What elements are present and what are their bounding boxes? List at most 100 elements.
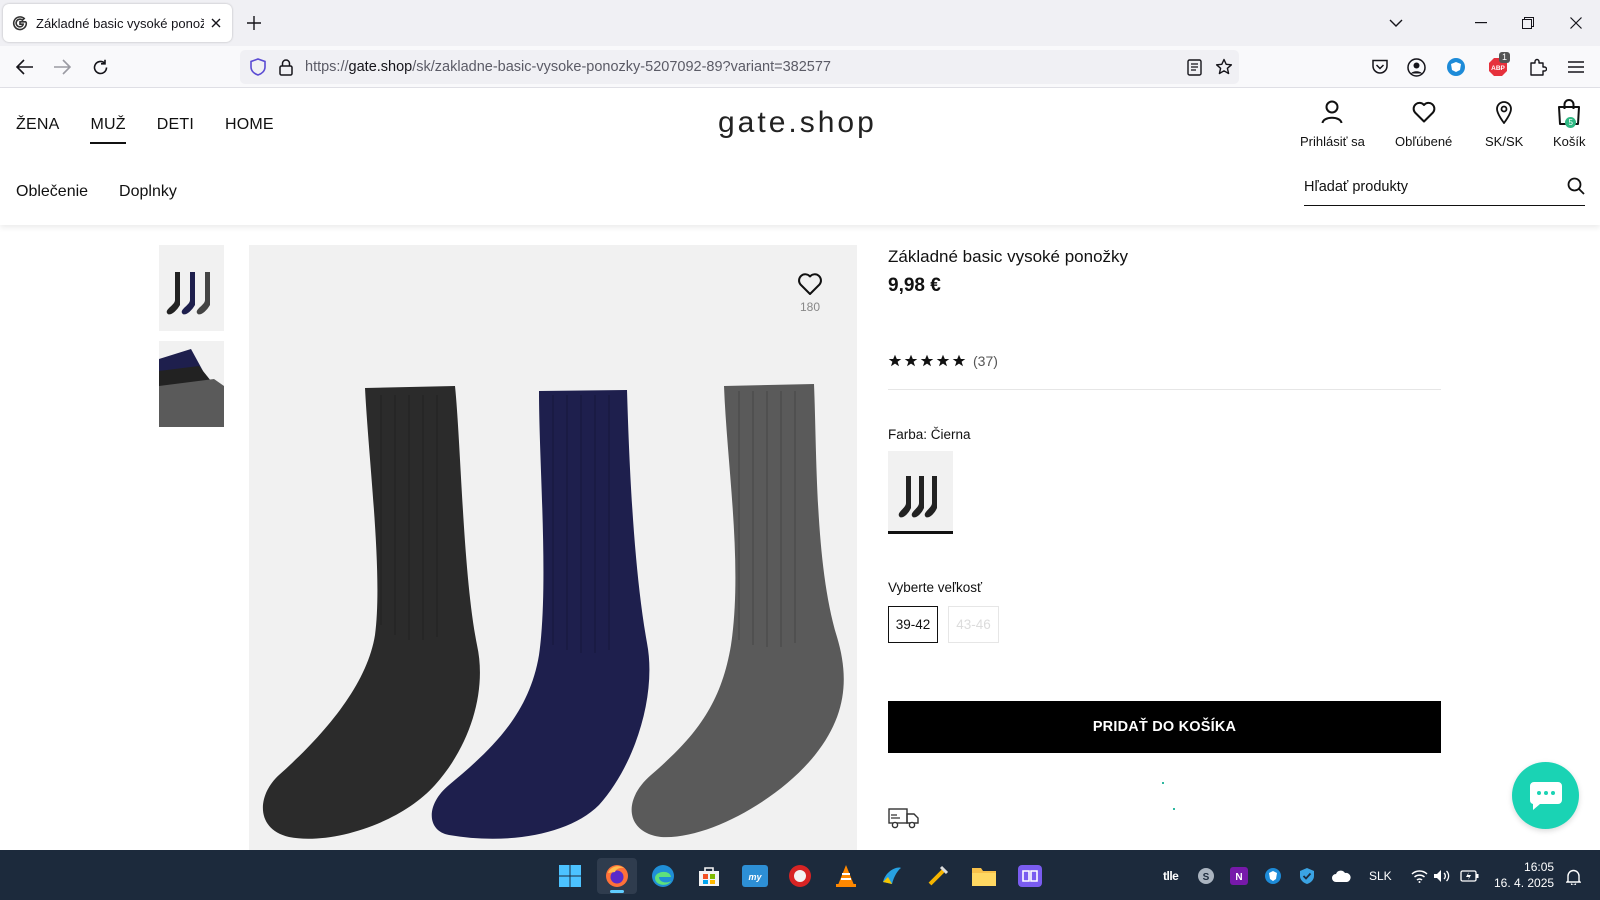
- volume-icon[interactable]: [1431, 866, 1451, 886]
- wifi-icon[interactable]: [1409, 866, 1429, 886]
- socks-folded-thumbnail-image: [159, 349, 224, 427]
- edge-taskbar-icon[interactable]: [643, 858, 683, 894]
- nav-doplnky[interactable]: Doplnky: [119, 183, 177, 201]
- product-price: 9,98 €: [888, 275, 941, 296]
- adblock-extension-icon[interactable]: ABP 1: [1487, 52, 1511, 78]
- forward-icon[interactable]: [51, 56, 73, 78]
- cart-label: Košík: [1553, 134, 1586, 149]
- onenote-tray-icon[interactable]: N: [1229, 866, 1249, 886]
- tab-list-chevron-icon[interactable]: [1386, 13, 1406, 33]
- browser-tab-bar: Základné basic vysoké ponožky: [0, 0, 1600, 46]
- add-to-cart-button[interactable]: PRIDAŤ DO KOŠÍKA: [888, 701, 1441, 753]
- category-nav: Oblečenie Doplnky: [16, 183, 208, 201]
- nav-oblecenie[interactable]: Oblečenie: [16, 183, 88, 201]
- bitwarden-extension-icon[interactable]: [1445, 56, 1467, 78]
- search-input[interactable]: [1304, 176, 1554, 198]
- size-option-39-42[interactable]: 39-42: [888, 606, 938, 643]
- user-icon: [1318, 98, 1346, 126]
- pocket-icon[interactable]: [1369, 56, 1391, 78]
- onedrive-cloud-icon[interactable]: [1330, 866, 1352, 886]
- cart-action[interactable]: 5 Košík: [1553, 98, 1586, 149]
- add-to-favorites-button[interactable]: [795, 269, 825, 299]
- security-shield-tray-icon[interactable]: [1297, 866, 1317, 886]
- tracking-shield-icon[interactable]: [248, 57, 268, 77]
- url-text[interactable]: https://gate.shop/sk/zakladne-basic-vyso…: [305, 59, 831, 75]
- browser-tab[interactable]: Základné basic vysoké ponožky: [3, 4, 232, 42]
- browser-toolbar: https://gate.shop/sk/zakladne-basic-vyso…: [0, 46, 1600, 88]
- reader-view-icon[interactable]: [1184, 57, 1204, 77]
- svg-text:S: S: [1203, 872, 1210, 883]
- restore-icon[interactable]: [1518, 13, 1538, 33]
- product-thumbnail-2[interactable]: [159, 341, 224, 427]
- myasus-app-icon[interactable]: my: [735, 858, 775, 894]
- rating-stars: [888, 354, 966, 368]
- delivery-truck-icon: [888, 805, 920, 831]
- notification-bell-icon[interactable]: [1563, 866, 1583, 886]
- reload-icon[interactable]: [89, 56, 111, 78]
- immersive-reader-icon[interactable]: [1010, 858, 1050, 894]
- site-logo[interactable]: gate.shop: [718, 106, 877, 140]
- adobe-app-icon[interactable]: [780, 858, 820, 894]
- menu-hamburger-icon[interactable]: [1565, 56, 1587, 78]
- color-swatch-image: [898, 476, 937, 518]
- input-language[interactable]: SLK: [1369, 866, 1392, 886]
- product-thumbnail-1[interactable]: [159, 245, 224, 331]
- site-header: ŽENA MUŽ DETI HOME gate.shop Prihlásiť s…: [0, 88, 1600, 225]
- tray-text[interactable]: tlle: [1163, 866, 1179, 886]
- minimize-icon[interactable]: [1471, 13, 1491, 33]
- extension-badge: 1: [1499, 52, 1511, 63]
- color-label: Farba: Čierna: [888, 427, 971, 442]
- svg-text:my: my: [748, 872, 762, 882]
- region-label: SK/SK: [1485, 134, 1524, 149]
- svg-text:N: N: [1235, 872, 1242, 883]
- address-bar[interactable]: https://gate.shop/sk/zakladne-basic-vyso…: [240, 50, 1239, 84]
- file-explorer-icon[interactable]: [964, 858, 1004, 894]
- chat-widget-button[interactable]: [1512, 762, 1579, 829]
- login-action[interactable]: Prihlásiť sa: [1300, 98, 1365, 149]
- color-swatch-selected[interactable]: [888, 451, 953, 534]
- nav-deti[interactable]: DETI: [157, 116, 194, 134]
- size-option-43-46[interactable]: 43-46: [948, 606, 999, 643]
- bitwarden-tray-icon[interactable]: [1263, 866, 1283, 886]
- extensions-puzzle-icon[interactable]: [1527, 56, 1549, 78]
- heart-icon: [1410, 98, 1438, 126]
- chat-bubble-icon: [1529, 781, 1562, 810]
- system-clock[interactable]: 16:05 16. 4. 2025: [1494, 859, 1554, 891]
- account-icon[interactable]: [1405, 56, 1427, 78]
- nav-zena[interactable]: ŽENA: [16, 116, 59, 134]
- divider: [888, 389, 1441, 390]
- skype-tray-icon[interactable]: S: [1196, 866, 1216, 886]
- favorite-count: 180: [799, 300, 821, 314]
- star-icon: [952, 354, 966, 367]
- search-icon[interactable]: [1567, 177, 1585, 195]
- favorites-label: Obľúbené: [1395, 134, 1453, 149]
- google-favicon-icon: [11, 14, 29, 32]
- lock-icon[interactable]: [276, 57, 296, 77]
- product-rating[interactable]: (37): [888, 353, 998, 369]
- close-window-icon[interactable]: [1566, 13, 1586, 33]
- new-tab-icon[interactable]: [244, 13, 264, 33]
- nav-muz[interactable]: MUŽ: [90, 116, 127, 144]
- vlc-player-icon[interactable]: [826, 858, 866, 894]
- bookmark-star-icon[interactable]: [1214, 57, 1234, 77]
- product-info: Základné basic vysoké ponožky 9,98 € (37…: [888, 245, 1441, 829]
- loading-dot: [1162, 782, 1164, 784]
- star-icon: [936, 354, 950, 367]
- shopping-bag-icon: 5: [1555, 98, 1583, 128]
- microsoft-store-icon[interactable]: [689, 858, 729, 894]
- back-icon[interactable]: [14, 56, 36, 78]
- windows-start-icon[interactable]: [550, 858, 590, 894]
- product-main-image[interactable]: 180: [249, 245, 857, 850]
- close-tab-icon[interactable]: [208, 15, 224, 31]
- login-label: Prihlásiť sa: [1300, 134, 1365, 149]
- product-title: Základné basic vysoké ponožky: [888, 247, 1129, 266]
- favorites-action[interactable]: Obľúbené: [1395, 98, 1452, 149]
- region-action[interactable]: SK/SK: [1485, 98, 1523, 149]
- nav-home[interactable]: HOME: [225, 116, 274, 134]
- star-icon: [920, 354, 934, 367]
- battery-icon[interactable]: [1458, 866, 1480, 886]
- firefox-taskbar-icon[interactable]: [597, 858, 637, 894]
- windows-taskbar: my tlle S N SLK 16:05 16. 4. 2025: [0, 850, 1600, 900]
- tools-app-icon[interactable]: [918, 858, 958, 894]
- app-taskbar-icon[interactable]: [872, 858, 912, 894]
